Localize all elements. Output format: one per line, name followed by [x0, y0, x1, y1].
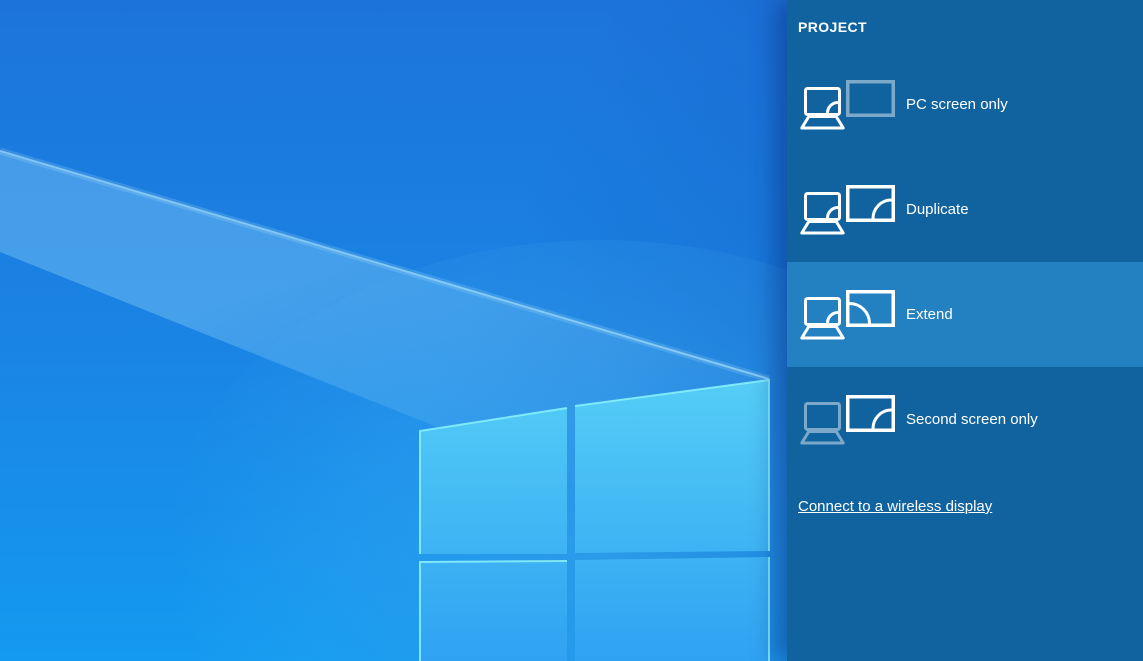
laptop-icon	[800, 402, 845, 445]
laptop-icon	[800, 297, 845, 340]
monitor-icon	[846, 290, 895, 329]
option-label: Duplicate	[906, 200, 969, 219]
monitor-icon	[846, 185, 895, 224]
pane-top-right	[575, 380, 769, 553]
laptop-icon	[800, 87, 845, 130]
pane-bottom-left	[420, 561, 567, 661]
pane-top-left	[420, 408, 567, 554]
monitor-icon	[846, 80, 895, 119]
laptop-icon	[800, 192, 845, 235]
option-label: Extend	[906, 305, 953, 324]
project-option-pc-screen-only[interactable]: PC screen only	[787, 52, 1143, 157]
desktop-screen: PROJECT PC screen only	[0, 0, 1143, 661]
project-flyout-panel: PROJECT PC screen only	[787, 0, 1143, 661]
panel-title: PROJECT	[787, 0, 1143, 36]
pane-bottom-right	[575, 557, 769, 661]
project-option-duplicate[interactable]: Duplicate	[787, 157, 1143, 262]
connect-wireless-display-link[interactable]: Connect to a wireless display	[798, 498, 992, 515]
project-option-second-screen-only[interactable]: Second screen only	[787, 367, 1143, 472]
projection-options-list: PC screen only Duplicate	[787, 52, 1143, 472]
option-label: PC screen only	[906, 95, 1008, 114]
extend-icon	[800, 290, 896, 340]
second-screen-only-icon	[800, 395, 896, 445]
project-option-extend[interactable]: Extend	[787, 262, 1143, 367]
option-label: Second screen only	[906, 410, 1038, 429]
monitor-icon	[846, 395, 895, 434]
duplicate-icon	[800, 185, 896, 235]
pc-screen-only-icon	[800, 80, 896, 130]
